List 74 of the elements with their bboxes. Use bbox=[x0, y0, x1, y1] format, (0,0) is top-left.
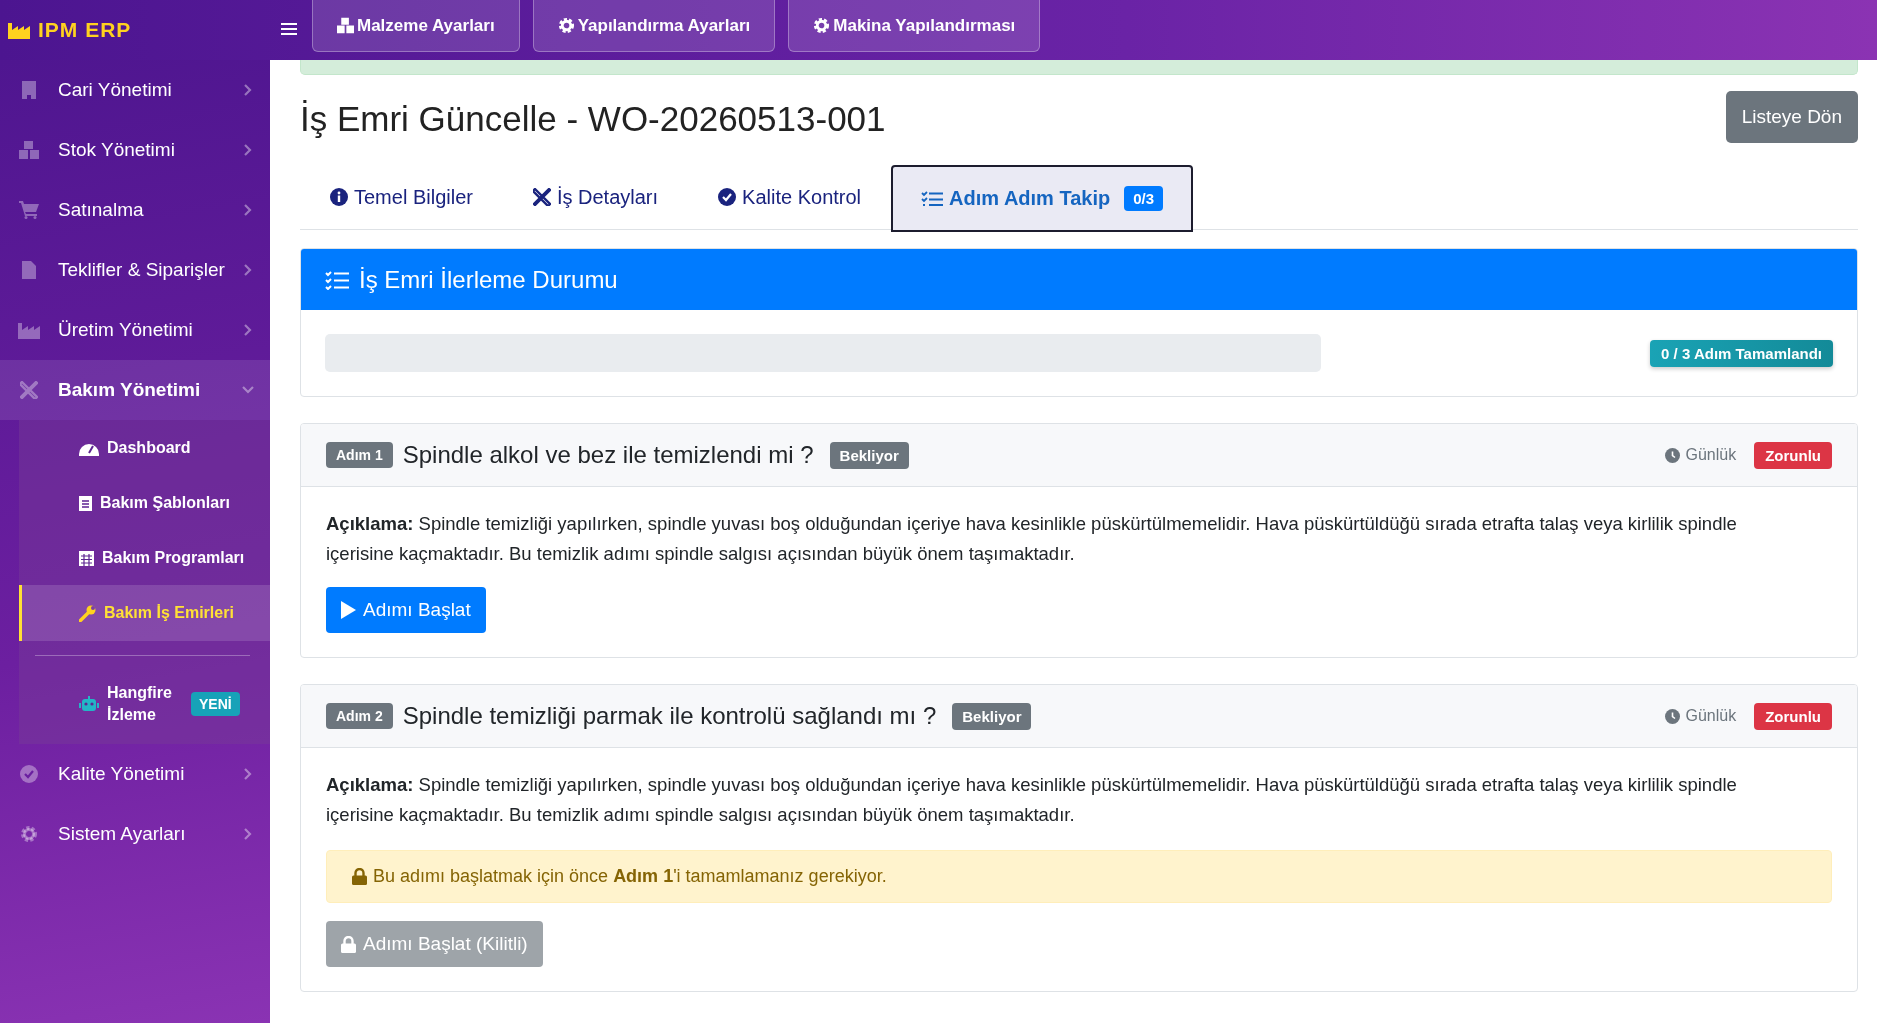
tab[interactable]: Kalite Kontrol bbox=[688, 165, 892, 229]
checklist-icon bbox=[325, 269, 349, 290]
warning-text: Bu adımı başlatmak için önce Adım 1'i tamamlamanız gerekiyor. bbox=[373, 866, 887, 887]
status-badge: Bekliyor bbox=[829, 441, 909, 469]
chevron-right-icon bbox=[244, 84, 252, 96]
submenu-item[interactable]: Bakım İş Emirleri bbox=[19, 585, 270, 641]
chevron-right-icon bbox=[244, 204, 252, 216]
checklist-icon bbox=[921, 190, 944, 207]
info-icon bbox=[330, 188, 348, 206]
tab[interactable]: Temel Bilgiler bbox=[300, 165, 503, 229]
chevron-right-icon bbox=[244, 264, 252, 276]
tab[interactable]: İş Detayları bbox=[502, 165, 689, 229]
chevron-right-icon bbox=[244, 324, 252, 336]
start-step-button[interactable]: Adımı Başlat bbox=[326, 587, 486, 633]
sidebar-item[interactable]: Stok Yönetimi bbox=[0, 120, 270, 180]
frequency-label: Günlük bbox=[1685, 446, 1737, 464]
sidebar-item[interactable]: Bakım Yönetimi bbox=[0, 360, 270, 420]
nav-button[interactable]: Makina Yapılandırması bbox=[788, 0, 1041, 52]
calendar-icon bbox=[79, 549, 94, 566]
required-badge: Zorunlu bbox=[1754, 702, 1832, 730]
step-title: Spindle temizliği parmak ile kontrolü sağlandı mı ? bbox=[402, 702, 937, 730]
gear-icon bbox=[557, 17, 575, 34]
clock-icon bbox=[1665, 447, 1681, 463]
back-button[interactable]: Listeye Dön bbox=[1725, 91, 1858, 143]
step-title: Spindle alkol ve bez ile temizlendi mi ? bbox=[402, 441, 814, 469]
sidebar-item[interactable]: Üretim Yönetimi bbox=[0, 300, 270, 360]
sidebar-item[interactable]: Sistem Ayarları bbox=[0, 804, 270, 864]
nav-button[interactable]: Malzeme Ayarları bbox=[312, 0, 520, 52]
boxes-icon bbox=[337, 17, 354, 34]
frequency-label: Günlük bbox=[1685, 707, 1737, 725]
submenu-item[interactable]: Bakım Şablonları bbox=[19, 475, 270, 530]
sidebar-item[interactable]: Teklifler & Siparişler bbox=[0, 240, 270, 300]
check-circle-icon bbox=[718, 188, 737, 206]
document-icon bbox=[22, 261, 36, 279]
gear-icon bbox=[20, 825, 38, 843]
clipboard-icon bbox=[79, 494, 92, 511]
count-badge: 0/3 bbox=[1124, 186, 1164, 211]
step-description: Açıklama: Spindle temizliği yapılırken, spindle yuvası boş olduğundan içeriye hava kesinlikle püskürtülmemelidir. Hava püskürtüldüğü sırada etrafta talaş veya kirlilik spindle içerisine kaçmaktadır. Bu temizlik adımı spindle salgısı açısından büyük önem taşımaktadır. bbox=[326, 512, 1738, 566]
new-badge: YENİ bbox=[191, 692, 240, 716]
chevron-down-icon bbox=[242, 386, 254, 394]
progress-badge: 0 / 3 Adım Tamamlandı bbox=[1650, 339, 1833, 367]
lock-icon bbox=[341, 935, 356, 953]
submenu-item[interactable]: Hangfire İzleme YENİ bbox=[19, 664, 270, 744]
play-icon bbox=[341, 601, 356, 619]
chevron-right-icon bbox=[244, 144, 252, 156]
lock-icon bbox=[352, 868, 367, 885]
factory-icon bbox=[8, 21, 30, 39]
sidebar-item[interactable]: Satınalma bbox=[0, 180, 270, 240]
building-icon bbox=[22, 81, 36, 99]
step-description: Açıklama: Spindle temizliği yapılırken, spindle yuvası boş olduğundan içeriye hava kesinlikle püskürtülmemelidir. Hava püskürtüldüğü sırada etrafta talaş veya kirlilik spindle içerisine kaçmaktadır. Bu temizlik adımı spindle salgısı açısından büyük önem taşımaktadır. bbox=[326, 773, 1738, 827]
tab[interactable]: Adım Adım Takip 0/3 bbox=[891, 165, 1194, 232]
chevron-right-icon bbox=[244, 828, 252, 840]
sidebar-item[interactable]: Cari Yönetimi bbox=[0, 60, 270, 120]
chevron-right-icon bbox=[244, 768, 252, 780]
required-badge: Zorunlu bbox=[1754, 441, 1832, 469]
card-title: İş Emri İlerleme Durumu bbox=[359, 265, 618, 294]
page-title: İş Emri Güncelle - WO-20260513-001 bbox=[300, 98, 886, 139]
wrench-icon bbox=[79, 604, 96, 622]
robot-icon bbox=[79, 696, 99, 712]
brand-name: IPM ERP bbox=[38, 18, 132, 42]
check-circle-icon bbox=[20, 765, 38, 783]
clock-icon bbox=[1665, 708, 1681, 724]
gear-icon bbox=[813, 17, 831, 34]
submenu-item[interactable]: Dashboard bbox=[19, 420, 270, 475]
factory-icon bbox=[18, 321, 40, 339]
sidebar-item[interactable]: Kalite Yönetimi bbox=[0, 744, 270, 804]
submenu-item[interactable]: Bakım Programları bbox=[19, 530, 270, 585]
menu-icon[interactable] bbox=[280, 22, 298, 38]
status-badge: Bekliyor bbox=[952, 702, 1032, 730]
step-number-badge: Adım 1 bbox=[326, 442, 393, 468]
nav-button[interactable]: Yapılandırma Ayarları bbox=[532, 0, 776, 52]
step-number-badge: Adım 2 bbox=[326, 703, 393, 729]
boxes-icon bbox=[19, 141, 39, 159]
cart-icon bbox=[19, 201, 39, 219]
